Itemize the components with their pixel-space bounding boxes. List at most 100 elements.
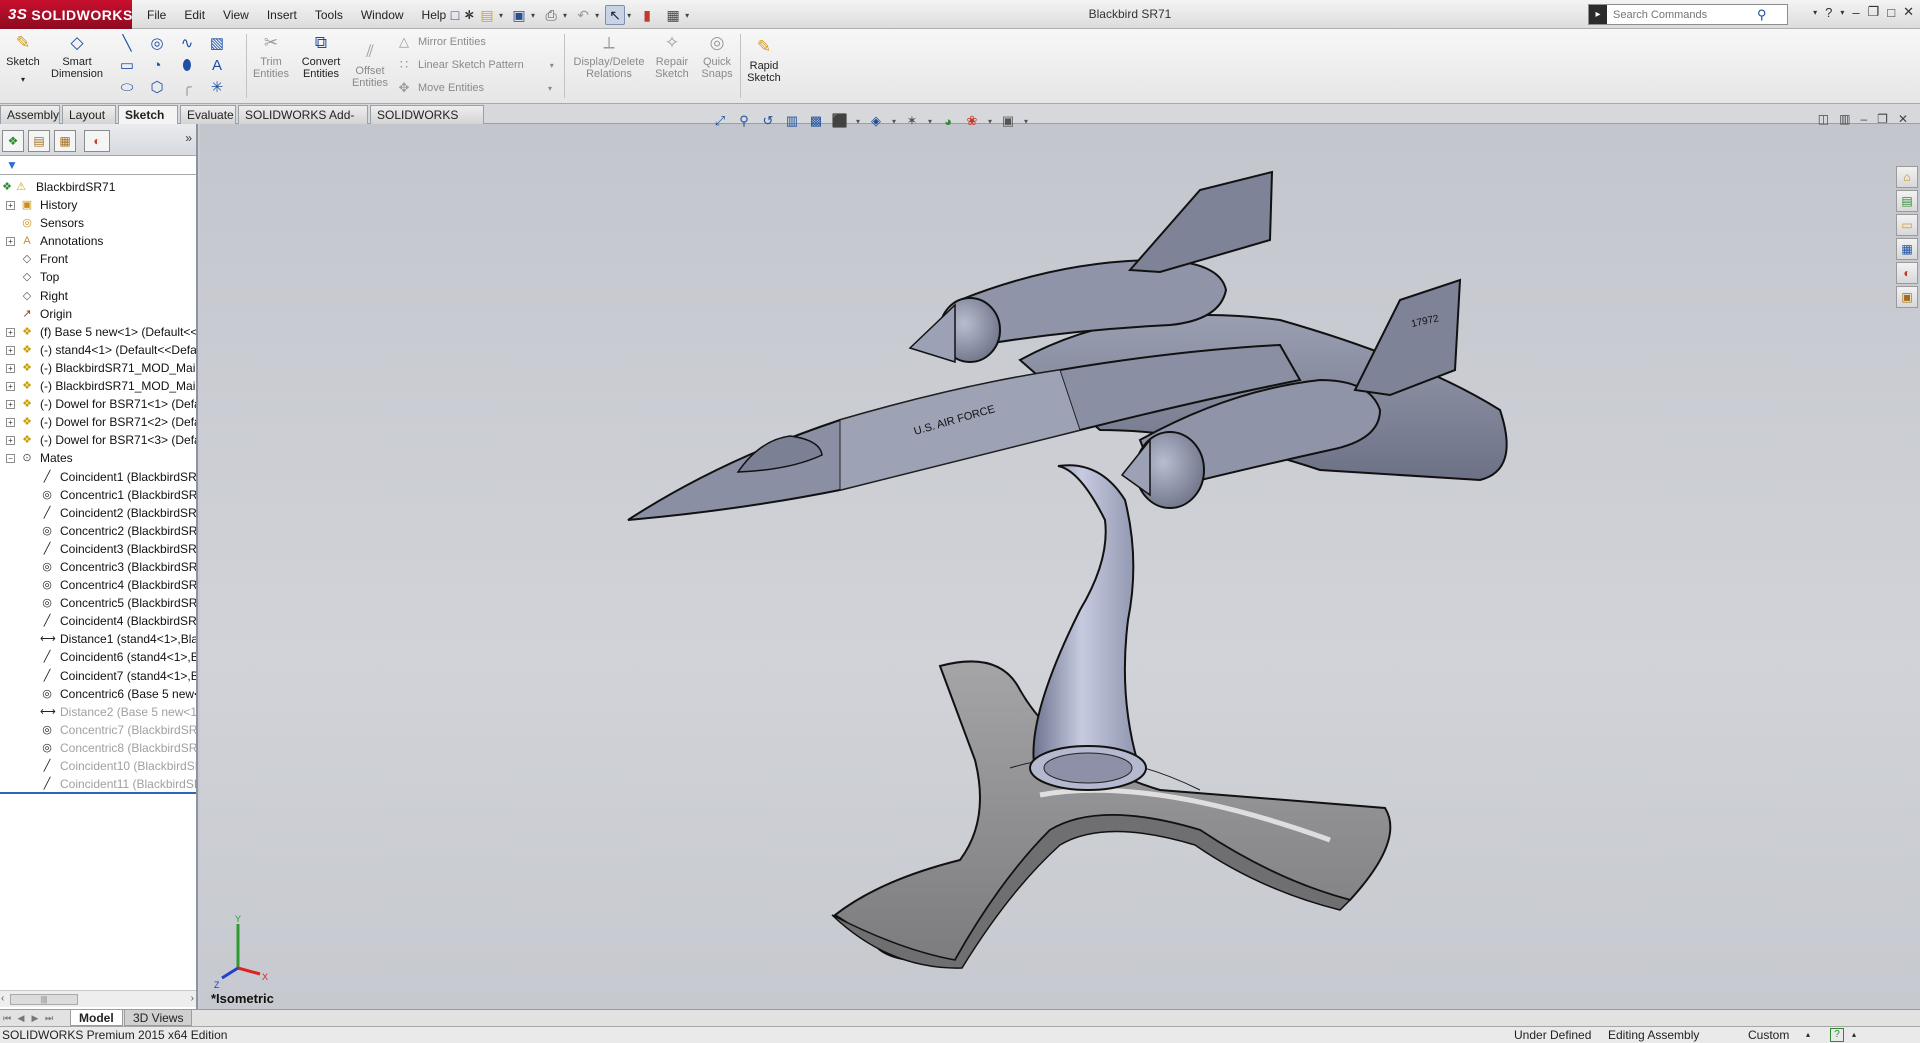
expand-toggle-icon[interactable]: +	[6, 363, 15, 373]
feature-manager-tab-icon[interactable]: ❖	[2, 130, 24, 152]
sketch-dropdown-icon[interactable]: ▾	[21, 74, 25, 86]
dynamic-annotation-icon[interactable]: ▩	[806, 112, 826, 130]
mate-item[interactable]: ◎ Concentric8 (BlackbirdSR7	[0, 739, 196, 757]
configuration-manager-tab-icon[interactable]: ▦	[54, 130, 76, 152]
menu-insert[interactable]: Insert	[258, 8, 306, 22]
mate-item[interactable]: ◎ Concentric4 (BlackbirdSR7	[0, 576, 196, 594]
save-icon[interactable]: ▣	[509, 5, 529, 25]
ellipse-icon[interactable]: ⬮	[172, 54, 202, 76]
expand-panel-icon[interactable]: »	[185, 131, 192, 145]
offset-entities-button[interactable]: ⫽ Offset Entities	[350, 41, 390, 89]
view-orientation-dropdown-icon[interactable]: ▾	[854, 112, 862, 130]
move-entities-button[interactable]: ✥ Move Entities ▾	[396, 80, 553, 96]
arc-icon[interactable]: ◔	[142, 54, 172, 76]
edit-appearance-icon[interactable]: ◕	[938, 112, 958, 130]
tree-item[interactable]: ◇ Front	[0, 250, 196, 268]
apply-scene-dropdown-icon[interactable]: ▾	[986, 112, 994, 130]
spline-icon[interactable]: ∿	[172, 32, 202, 54]
surface-sketch-icon[interactable]: ▧	[202, 32, 232, 54]
view-settings-icon[interactable]: ▣	[998, 112, 1018, 130]
tree-item[interactable]: + ❖ (-) Dowel for BSR71<2> (Defa	[0, 413, 196, 431]
tab-solidworks-add-ins[interactable]: SOLIDWORKS Add-Ins	[238, 105, 368, 136]
expand-toggle-icon[interactable]: +	[6, 400, 15, 410]
unit-system-status[interactable]: Custom	[1748, 1028, 1789, 1042]
rebuild-traffic-light-icon[interactable]: ▮	[637, 5, 657, 25]
solidworks-logo[interactable]: 3S SOLIDWORKS	[0, 0, 132, 29]
help-dropdown-icon[interactable]: ▾	[1840, 8, 1844, 17]
apply-scene-icon[interactable]: ❀	[962, 112, 982, 130]
zoom-to-area-icon[interactable]: ⚲	[734, 112, 754, 130]
circle-icon[interactable]: ◎	[142, 32, 172, 54]
tree-item[interactable]: ◎ Sensors	[0, 214, 196, 232]
property-manager-tab-icon[interactable]: ▤	[28, 130, 50, 152]
save-dropdown-icon[interactable]: ▾	[531, 11, 535, 20]
tree-item[interactable]: + ❖ (-) stand4<1> (Default<<Defa	[0, 341, 196, 359]
maximize-icon[interactable]: □	[1887, 5, 1895, 20]
tree-item[interactable]: + ❖ (f) Base 5 new<1> (Default<<	[0, 323, 196, 341]
mirror-entities-button[interactable]: △ Mirror Entities	[396, 34, 486, 50]
search-icon[interactable]: ⚲	[1757, 7, 1767, 23]
search-commands-box[interactable]: ▸ ⚲	[1588, 4, 1788, 25]
tree-horizontal-scrollbar[interactable]: ‹ ||| ›	[0, 990, 196, 1007]
mate-item[interactable]: ◎ Concentric6 (Base 5 new<	[0, 685, 196, 703]
point-icon[interactable]: ✳	[202, 76, 232, 98]
options-icon[interactable]: ▦	[663, 5, 683, 25]
filter-funnel-icon[interactable]: ▼	[6, 158, 18, 172]
tab-solidworks-mbd[interactable]: SOLIDWORKS MBD	[370, 105, 484, 136]
mate-item[interactable]: ◎ Concentric3 (BlackbirdSR7	[0, 558, 196, 576]
move-dropdown-icon[interactable]: ▾	[548, 84, 552, 93]
restore-icon[interactable]: ❐	[1868, 4, 1880, 20]
view-orientation-icon[interactable]: ⬛	[830, 112, 850, 130]
expand-toggle-icon[interactable]: +	[6, 418, 15, 428]
hide-show-items-icon[interactable]: ✶	[902, 112, 922, 130]
menu-window[interactable]: Window	[352, 8, 413, 22]
tab-assembly[interactable]: Assembly	[0, 105, 60, 124]
last-tab-icon[interactable]: ⏭	[42, 1011, 56, 1025]
solidworks-resources-icon[interactable]: ⌂	[1896, 166, 1918, 188]
mate-item[interactable]: ╱ Coincident10 (BlackbirdSR	[0, 757, 196, 775]
stand-part[interactable]	[1029, 464, 1147, 791]
new-dropdown-icon[interactable]: ▾	[467, 11, 471, 20]
display-manager-tab-icon[interactable]: ◐	[84, 130, 110, 152]
tab-model[interactable]: Model	[70, 1010, 123, 1026]
menu-edit[interactable]: Edit	[175, 8, 214, 22]
appearances-icon[interactable]: ◐	[1896, 262, 1918, 284]
hide-show-dropdown-icon[interactable]: ▾	[926, 112, 934, 130]
options-dropdown-icon[interactable]: ▾	[685, 11, 689, 20]
rapid-sketch-button[interactable]: ✎ Rapid Sketch	[744, 36, 784, 84]
select-arrow-icon[interactable]: ↖	[605, 5, 626, 25]
linear-sketch-pattern-button[interactable]: ∷ Linear Sketch Pattern ▾	[396, 57, 554, 73]
mate-item[interactable]: ╱ Coincident1 (BlackbirdSR7	[0, 468, 196, 486]
scroll-thumb[interactable]: |||	[10, 994, 78, 1005]
viewport-split-icon[interactable]: ▥	[1839, 112, 1850, 126]
mate-item[interactable]: ◎ Concentric1 (BlackbirdSR7	[0, 486, 196, 504]
viewport-restore-icon[interactable]: ❐	[1877, 112, 1888, 126]
polygon-icon[interactable]: ⬡	[142, 76, 172, 98]
help-icon[interactable]: ?	[1825, 5, 1832, 20]
tree-item[interactable]: + ❖ (-) BlackbirdSR71_MOD_MainI	[0, 377, 196, 395]
previous-view-icon[interactable]: ↺	[758, 112, 778, 130]
mate-item[interactable]: ╱ Coincident7 (stand4<1>,B	[0, 667, 196, 685]
tree-item[interactable]: + ❖ (-) BlackbirdSR71_MOD_MainI	[0, 359, 196, 377]
tree-item[interactable]: ↗ Origin	[0, 305, 196, 323]
mate-item[interactable]: ╱ Coincident2 (BlackbirdSR7	[0, 504, 196, 522]
quick-snaps-button[interactable]: ◎ Quick Snaps	[696, 32, 738, 80]
mate-item[interactable]: ◎ Concentric5 (BlackbirdSR7	[0, 594, 196, 612]
tree-item[interactable]: + ❖ (-) Dowel for BSR71<1> (Defa	[0, 395, 196, 413]
status-dropdown-icon[interactable]: ▴	[1852, 1030, 1856, 1039]
open-folder-icon[interactable]: ▤	[477, 5, 497, 25]
print-icon[interactable]: ⎙	[541, 5, 561, 25]
expand-toggle-icon[interactable]: +	[6, 237, 15, 247]
view-palette-icon[interactable]: ▦	[1896, 238, 1918, 260]
scroll-left-icon[interactable]: ‹	[1, 993, 4, 1004]
section-view-icon[interactable]: ▥	[782, 112, 802, 130]
menu-view[interactable]: View	[214, 8, 258, 22]
expand-toggle-icon[interactable]: +	[6, 345, 15, 355]
expand-toggle-icon[interactable]: −	[6, 454, 15, 464]
search-dropdown-icon[interactable]: ▾	[1813, 8, 1817, 17]
display-delete-relations-button[interactable]: ⟂ Display/Delete Relations	[570, 32, 648, 80]
pattern-dropdown-icon[interactable]: ▾	[550, 61, 554, 70]
menu-tools[interactable]: Tools	[306, 8, 352, 22]
design-library-icon[interactable]: ▤	[1896, 190, 1918, 212]
tree-item[interactable]: − ⊙ Mates	[0, 449, 196, 467]
